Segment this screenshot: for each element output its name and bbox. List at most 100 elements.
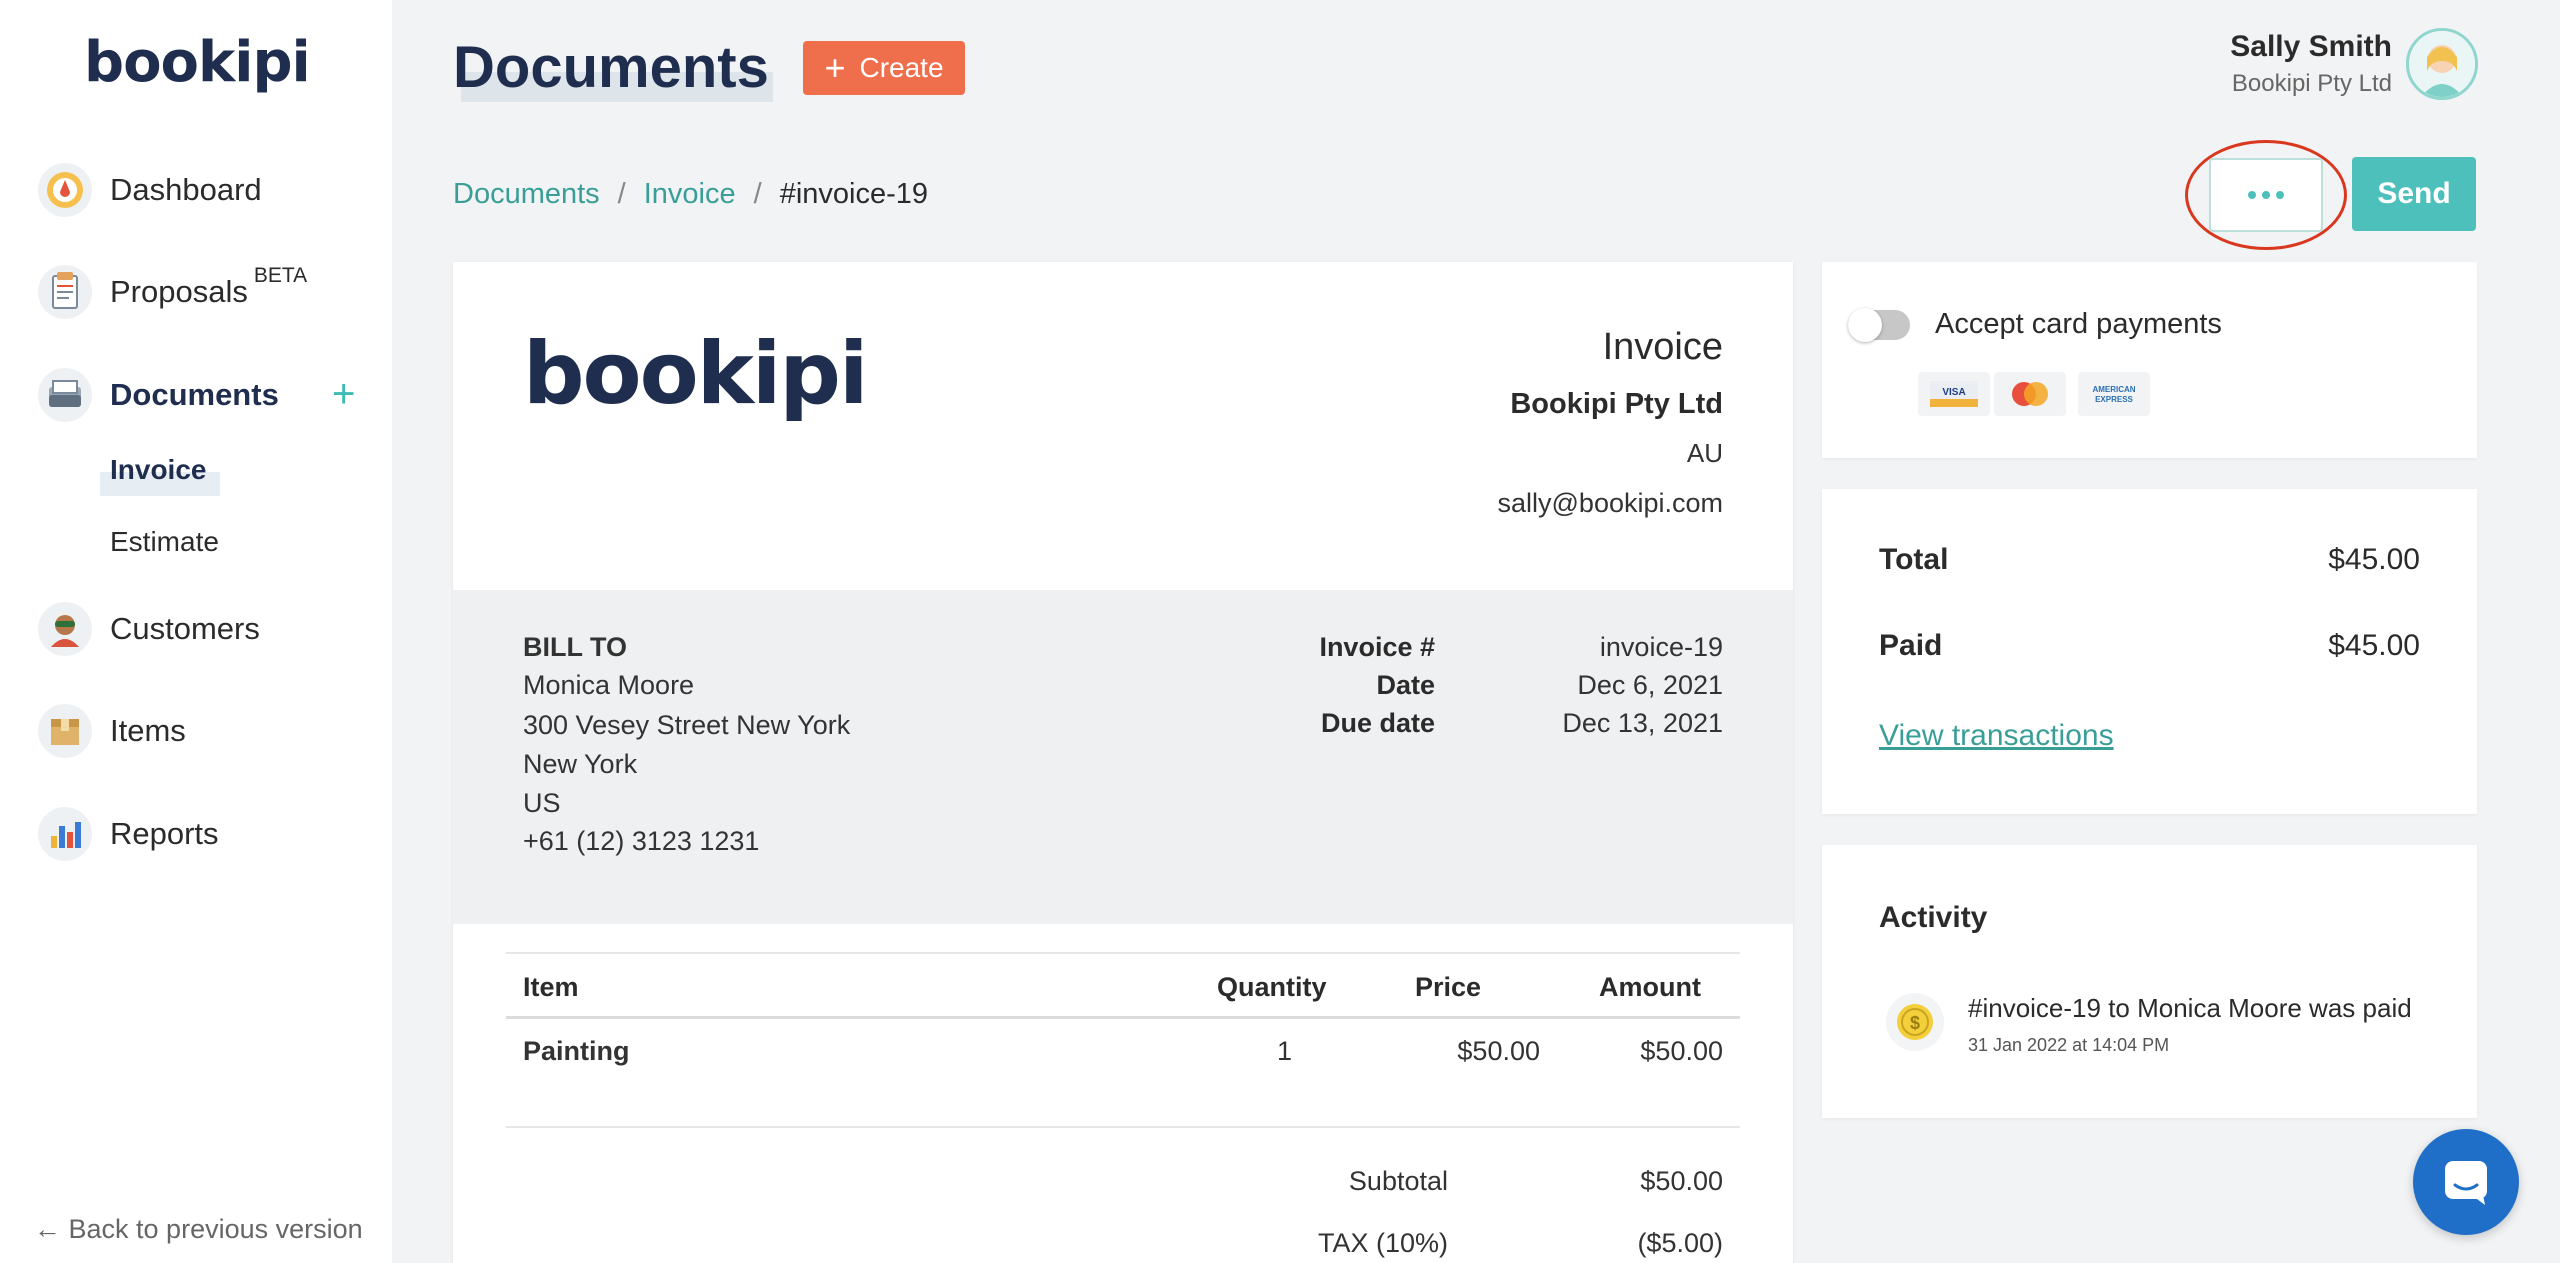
sidebar-item-label: Proposals — [110, 274, 248, 309]
sidebar-subitem-estimate[interactable]: Estimate — [110, 526, 219, 558]
toggle-knob — [1848, 308, 1882, 342]
sidebar-item-documents[interactable]: Documents — [38, 360, 279, 430]
total-value: $45.00 — [2328, 543, 2420, 576]
amex-icon: AMERICAN EXPRESS — [2078, 372, 2150, 416]
bill-to-name: Monica Moore — [523, 670, 695, 700]
sidebar-item-items[interactable]: Items — [38, 696, 186, 766]
breadcrumb-current: #invoice-19 — [779, 178, 929, 210]
invoice-logo: bookipi — [523, 324, 868, 424]
sidebar-item-label: Documents — [110, 377, 279, 412]
page-title-wrap: Documents — [453, 34, 773, 102]
mastercard-icon — [1994, 372, 2066, 416]
sidebar-item-proposals[interactable]: Proposals BETA — [38, 257, 307, 327]
plus-icon: + — [824, 47, 846, 88]
breadcrumb-invoice[interactable]: Invoice — [644, 178, 736, 211]
breadcrumb-documents[interactable]: Documents — [453, 178, 600, 211]
beta-badge: BETA — [253, 264, 308, 287]
page-title: Documents — [453, 35, 769, 100]
date-value: Dec 6, 2021 — [1577, 670, 1723, 700]
chat-icon — [2445, 1161, 2487, 1205]
table-divider — [506, 952, 1740, 954]
total-label: Total — [1879, 543, 1949, 576]
invoice-company: Bookipi Pty Ltd — [1510, 388, 1723, 420]
accept-card-payments-toggle[interactable] — [1848, 308, 1910, 342]
svg-text:EXPRESS: EXPRESS — [2095, 395, 2133, 404]
bill-to-city: New York — [523, 749, 638, 779]
breadcrumb-separator: / — [753, 178, 762, 210]
svg-text:AMERICAN: AMERICAN — [2092, 385, 2135, 394]
accept-card-payments-label: Accept card payments — [1935, 308, 2222, 340]
sidebar-item-dashboard[interactable]: Dashboard — [38, 155, 262, 225]
sidebar: bookipi Dashboard Proposals BETA Documen… — [0, 0, 392, 1263]
due-date-label: Due date — [1320, 708, 1435, 738]
view-transactions-link[interactable]: View transactions — [1879, 719, 2114, 753]
sidebar-subitem-invoice[interactable]: Invoice — [110, 454, 206, 486]
column-header-amount: Amount — [1599, 972, 1701, 1002]
bill-to-heading: BILL TO — [523, 632, 628, 662]
proposals-icon — [38, 265, 92, 319]
invoice-email: sally@bookipi.com — [1497, 488, 1724, 518]
invoice-title: Invoice — [1602, 326, 1723, 368]
more-options-button[interactable] — [2209, 158, 2323, 232]
paid-label: Paid — [1879, 629, 1943, 662]
sidebar-item-label: Items — [110, 713, 186, 748]
visa-icon: VISA — [1918, 372, 1990, 416]
customers-icon — [38, 602, 92, 656]
bill-to-section: BILL TO Monica Moore 300 Vesey Street Ne… — [453, 590, 1793, 924]
svg-text:VISA: VISA — [1942, 387, 1965, 398]
dashboard-icon — [38, 163, 92, 217]
activity-title: Activity — [1879, 901, 1988, 934]
bill-to-address: 300 Vesey Street New York — [523, 710, 851, 740]
column-header-item: Item — [523, 972, 579, 1002]
due-date-value: Dec 13, 2021 — [1562, 708, 1723, 738]
card-payments-panel: Accept card payments VISA AMERICAN EXPRES… — [1822, 262, 2477, 458]
svg-text:$: $ — [1910, 1013, 1920, 1033]
sidebar-item-label: Customers — [110, 611, 260, 646]
subtotal-value: $50.00 — [1640, 1166, 1723, 1196]
documents-icon — [38, 368, 92, 422]
activity-entry-text: #invoice-19 to Monica Moore was paid — [1968, 993, 2412, 1023]
send-button[interactable]: Send — [2352, 157, 2476, 231]
breadcrumb: Documents / Invoice / #invoice-19 — [453, 178, 928, 211]
invoice-document: bookipi Invoice Bookipi Pty Ltd AU sally… — [453, 262, 1793, 1263]
sidebar-item-label: Dashboard — [110, 172, 262, 207]
invoice-country: AU — [1686, 438, 1723, 468]
row-item: Painting — [523, 1036, 630, 1066]
paid-value: $45.00 — [2328, 629, 2420, 662]
bill-to-country: US — [523, 788, 561, 818]
table-divider — [506, 1016, 1740, 1019]
bill-to-phone: +61 (12) 3123 1231 — [523, 826, 760, 856]
arrow-left-icon: ← — [34, 1214, 61, 1244]
activity-panel: Activity $ #invoice-19 to Monica Moore w… — [1822, 845, 2477, 1118]
invoice-number-label: Invoice # — [1319, 632, 1435, 662]
user-name: Sally Smith — [2230, 30, 2392, 63]
breadcrumb-separator: / — [617, 178, 626, 210]
subtotal-label: Subtotal — [1348, 1166, 1448, 1196]
date-label: Date — [1376, 670, 1435, 700]
avatar[interactable] — [2406, 28, 2478, 100]
chat-launcher-button[interactable] — [2413, 1129, 2519, 1235]
tax-value: ($5.00) — [1637, 1228, 1723, 1258]
user-company: Bookipi Pty Ltd — [2231, 70, 2392, 97]
column-header-price: Price — [1415, 972, 1482, 1002]
create-button[interactable]: + Create — [803, 41, 965, 95]
column-header-quantity: Quantity — [1217, 972, 1327, 1002]
sidebar-item-reports[interactable]: Reports — [38, 799, 219, 869]
coin-icon: $ — [1886, 993, 1944, 1051]
activity-entry-time: 31 Jan 2022 at 14:04 PM — [1968, 1035, 2170, 1055]
add-document-icon[interactable]: + — [332, 372, 355, 417]
reports-icon — [38, 807, 92, 861]
items-icon — [38, 704, 92, 758]
row-price: $50.00 — [1457, 1036, 1540, 1066]
brand-logo[interactable]: bookipi — [84, 30, 311, 95]
tax-label: TAX (10%) — [1317, 1228, 1448, 1258]
back-to-previous-version-link[interactable]: ← Back to previous version — [34, 1214, 363, 1245]
totals-panel: Total $45.00 Paid $45.00 View transactio… — [1822, 489, 2477, 814]
invoice-number-value: invoice-19 — [1599, 632, 1723, 662]
row-amount: $50.00 — [1640, 1036, 1723, 1066]
row-quantity: 1 — [1277, 1036, 1293, 1066]
table-divider — [506, 1126, 1740, 1128]
sidebar-item-label: Reports — [110, 816, 219, 851]
more-dots-icon — [2248, 191, 2284, 199]
sidebar-item-customers[interactable]: Customers — [38, 594, 260, 664]
